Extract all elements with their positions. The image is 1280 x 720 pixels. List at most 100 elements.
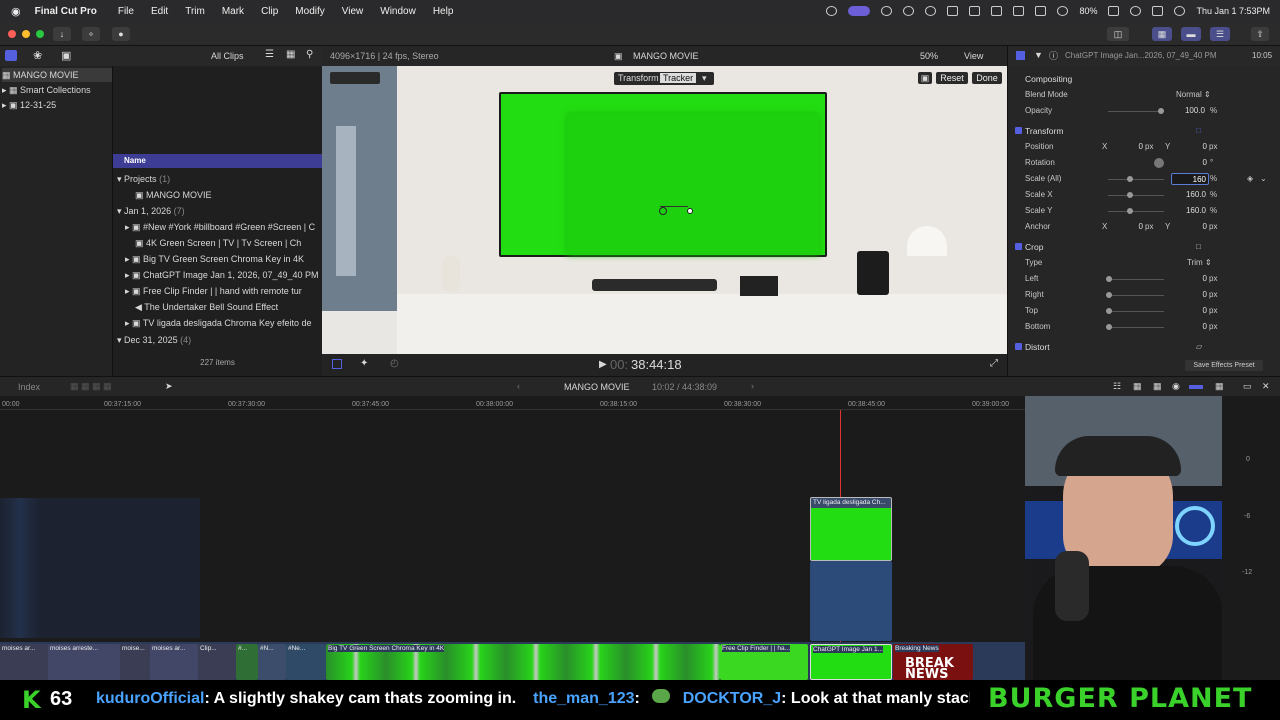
browser-row-clip[interactable]: ▸ ▣ Free Clip Finder | | hand with remot… [113, 283, 322, 299]
storyline-clip[interactable]: Breaking News BREAK NEWS [893, 644, 973, 680]
transform-header[interactable]: Transform [1025, 124, 1063, 138]
minimize-button[interactable] [22, 30, 30, 38]
done-button[interactable]: Done [972, 72, 1002, 84]
timecode-display[interactable]: 38:44:18 [631, 357, 682, 372]
browser-row-projects[interactable]: ▾ Projects (1) [113, 171, 322, 187]
background-tasks-icon[interactable]: ● [112, 27, 130, 41]
menu-trim[interactable]: Trim [185, 6, 205, 17]
compositing-header[interactable]: Compositing [1025, 72, 1072, 86]
transitions-icon[interactable]: ▭ [1243, 381, 1252, 392]
crop-bottom-slider[interactable] [1108, 327, 1164, 328]
clock[interactable]: Thu Jan 1 7:53PM [1196, 6, 1270, 16]
scaled-image-overlay[interactable] [567, 114, 819, 255]
view-menu[interactable]: View [964, 51, 983, 61]
tab-tracker[interactable]: Tracker [660, 73, 697, 83]
show-browser-icon[interactable]: ▦ [1152, 27, 1172, 41]
timeline-project[interactable]: MANGO MOVIE [564, 382, 630, 392]
disclosure-triangle-icon[interactable]: ▾ [117, 335, 122, 345]
effects-browser-icon[interactable]: ▦ [1215, 381, 1224, 392]
menu-view[interactable]: View [342, 6, 364, 17]
battery-icon[interactable] [1108, 6, 1120, 16]
keyword-icon[interactable]: ⚬ [82, 27, 100, 41]
disclosure-icon[interactable]: ▸ ▣ [2, 100, 18, 110]
storyline-clip[interactable]: #Ne... [286, 644, 326, 680]
disclosure-triangle-icon[interactable]: ▾ [117, 174, 122, 184]
library-item-event-12-31-25[interactable]: ▸ ▣ 12-31-25 [2, 98, 56, 112]
control-center-icon[interactable] [1152, 6, 1164, 16]
skimming-icon[interactable]: ▦ [1133, 381, 1142, 392]
chevron-down-icon[interactable]: ▾ [702, 73, 707, 84]
crop-type-select[interactable]: Trim ⇕ [1187, 256, 1212, 270]
crop-bottom-value[interactable]: 0 [1167, 322, 1207, 331]
zoom-button[interactable] [36, 30, 44, 38]
chevron-down-icon[interactable]: ⌄ [1260, 172, 1267, 186]
browser-row-clip[interactable]: ◀ The Undertaker Bell Sound Effect [113, 299, 322, 315]
scale-x-slider-knob[interactable] [1127, 192, 1133, 198]
fullscreen-icon[interactable]: ⤢ [990, 358, 998, 369]
crop-left-value[interactable]: 0 [1167, 274, 1207, 283]
crop-bottom-knob[interactable] [1106, 324, 1112, 330]
scale-y-slider[interactable] [1108, 211, 1164, 212]
video-inspector-icon[interactable] [1016, 51, 1025, 60]
search-icon[interactable]: ⚲ [306, 49, 313, 60]
crop-checkbox[interactable] [1015, 243, 1022, 250]
share-icon[interactable]: ⇧ [1251, 27, 1269, 41]
libraries-icon[interactable] [5, 50, 17, 61]
storyline-clip[interactable]: Big TV Green Screen Chroma Key in 4K [326, 644, 720, 680]
monitor-icon[interactable] [1013, 6, 1025, 16]
transform-checkbox[interactable] [1015, 127, 1022, 134]
distort-checkbox[interactable] [1015, 343, 1022, 350]
storyline-clip[interactable]: Clip... [198, 644, 236, 680]
info-icon[interactable]: ⓘ [1049, 49, 1058, 62]
library-mango-movie[interactable]: ▦ MANGO MOVIE [2, 68, 112, 82]
rotation-dial[interactable] [1154, 158, 1164, 168]
bluetooth-icon[interactable] [1035, 6, 1047, 16]
disclosure-icon[interactable]: ▸ ▣ [125, 254, 141, 264]
crop-left-knob[interactable] [1106, 276, 1112, 282]
browser-row-project[interactable]: ▣ MANGO MOVIE [113, 187, 322, 203]
disclosure-icon[interactable]: ▸ ▦ [2, 85, 18, 95]
titles-icon[interactable]: ▣ [61, 49, 71, 62]
crop-top-value[interactable]: 0 [1167, 306, 1207, 315]
disclosure-triangle-icon[interactable]: ▾ [117, 206, 122, 216]
crop-header[interactable]: Crop [1025, 240, 1043, 254]
distort-overlay-icon[interactable]: ▱ [1196, 340, 1202, 354]
browser-row-clip[interactable]: ▸ ▣ Big TV Green Screen Chroma Key in 4K [113, 251, 322, 267]
blend-mode-select[interactable]: Normal ⇕ [1176, 88, 1211, 102]
solo-icon[interactable] [1189, 385, 1203, 389]
import-icon[interactable]: ↓ [53, 27, 71, 41]
fit-icon[interactable]: ▣ [918, 72, 932, 84]
scale-all-slider[interactable] [1108, 179, 1164, 180]
audio-skimming-icon[interactable]: ◉ [1172, 381, 1180, 392]
search-icon[interactable] [1130, 6, 1142, 16]
close-button[interactable] [8, 30, 16, 38]
stage-manager-icon[interactable] [848, 6, 871, 16]
storyline-clip[interactable]: moises ar... [0, 644, 48, 680]
browser-row-clip[interactable]: ▸ ▣ TV ligada desligada Chroma Key efeit… [113, 315, 322, 331]
disclosure-icon[interactable]: ▸ ▣ [125, 270, 141, 280]
keyframe-icon[interactable]: ◈ [1247, 172, 1253, 186]
speed-icon[interactable]: ◴ [390, 358, 399, 369]
scale-x-slider[interactable] [1108, 195, 1164, 196]
scale-y-slider-knob[interactable] [1127, 208, 1133, 214]
rotation-value[interactable]: 0 [1167, 158, 1207, 167]
crop-right-knob[interactable] [1106, 292, 1112, 298]
scale-all-slider-knob[interactable] [1127, 176, 1133, 182]
wifi-icon[interactable] [1057, 6, 1069, 16]
storyline-clip[interactable]: #... [236, 644, 258, 680]
clip-appearance-icon[interactable]: ☷ [1113, 381, 1121, 392]
opacity-slider-knob[interactable] [1158, 108, 1164, 114]
tab-transform[interactable]: Transform [618, 73, 659, 83]
volume-icon[interactable] [969, 6, 981, 16]
storyline-clip[interactable]: moises arreste... [48, 644, 120, 680]
browser-row-clip[interactable]: ▣ 4K Green Screen | TV | Tv Screen | Ch [113, 235, 322, 251]
photos-icon[interactable]: ❀ [33, 49, 42, 62]
screen-record-icon[interactable] [826, 6, 838, 16]
storyline-clip[interactable]: moises ar... [150, 644, 198, 680]
forward-icon[interactable]: › [751, 381, 754, 391]
crop-overlay-icon[interactable]: □ [1196, 240, 1201, 254]
library-item-smart-collections[interactable]: ▸ ▦ Smart Collections [2, 83, 91, 97]
show-inspector-icon[interactable]: ☰ [1210, 27, 1230, 41]
anchor-x-value[interactable]: 0 [1103, 222, 1143, 231]
disclosure-icon[interactable]: ▸ ▣ [125, 286, 141, 296]
